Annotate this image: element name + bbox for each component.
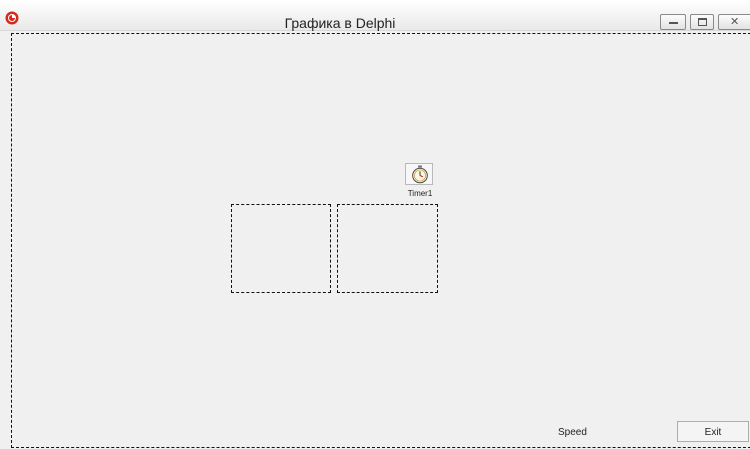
image-placeholder-1[interactable]: [231, 204, 331, 293]
timer-label: Timer1: [407, 189, 433, 198]
title-bar: Графика в Delphi ✕: [0, 0, 750, 31]
minimize-button[interactable]: [660, 14, 686, 30]
maximize-button[interactable]: [690, 14, 714, 30]
window-title: Графика в Delphi: [284, 15, 396, 31]
exit-button[interactable]: Exit: [677, 421, 749, 442]
stopwatch-icon: [412, 165, 428, 184]
close-button[interactable]: ✕: [718, 14, 750, 30]
speed-label: Speed: [558, 427, 587, 438]
timer-component[interactable]: [405, 163, 433, 185]
close-icon: ✕: [730, 16, 740, 28]
image-placeholder-2[interactable]: [337, 204, 438, 293]
